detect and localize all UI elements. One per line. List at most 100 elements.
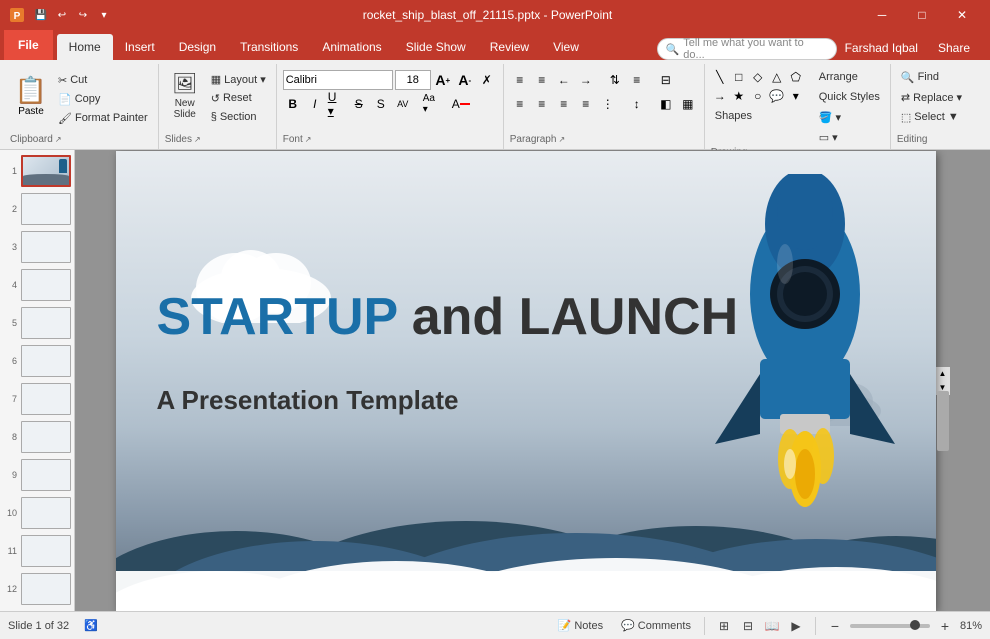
slide-canvas[interactable]: STARTUP and LAUNCH A Presentation Templa… bbox=[116, 151, 936, 611]
slide-thumb-5[interactable]: 5 bbox=[4, 306, 70, 340]
border-btn[interactable]: ▦ bbox=[678, 94, 698, 114]
zoom-in-btn[interactable]: + bbox=[934, 615, 956, 637]
accessibility-btn[interactable]: ♿ bbox=[79, 617, 103, 634]
text-direction-btn[interactable]: ⇅ bbox=[605, 70, 625, 90]
section-button[interactable]: § Section bbox=[207, 108, 270, 126]
align-btn[interactable]: ≡ bbox=[627, 70, 647, 90]
slide-thumb-3[interactable]: 3 bbox=[4, 230, 70, 264]
char-spacing-btn[interactable]: AV bbox=[393, 94, 413, 114]
tab-home[interactable]: Home bbox=[57, 34, 113, 60]
line-spacing-btn[interactable]: ↕ bbox=[627, 94, 647, 114]
canvas-area[interactable]: STARTUP and LAUNCH A Presentation Templa… bbox=[75, 150, 990, 611]
shading-btn[interactable]: ◧ bbox=[656, 94, 676, 114]
select-button[interactable]: ⬚ Select ▼ bbox=[897, 108, 963, 126]
font-name-input[interactable] bbox=[283, 70, 393, 90]
shape-pentagon[interactable]: ⬠ bbox=[787, 68, 805, 86]
columns-btn[interactable]: ⋮ bbox=[598, 94, 618, 114]
replace-button[interactable]: ⇄ Replace ▾ bbox=[897, 88, 966, 106]
slide-thumb-11[interactable]: 11 bbox=[4, 534, 70, 568]
smart-art-btn[interactable]: ⊟ bbox=[656, 70, 676, 90]
slideshow-view-btn[interactable]: ▶ bbox=[785, 615, 807, 637]
shape-oval[interactable]: ○ bbox=[749, 87, 767, 105]
shape-rect[interactable]: □ bbox=[730, 68, 748, 86]
arrange-button[interactable]: Arrange bbox=[815, 68, 884, 86]
notes-btn[interactable]: 📝 Notes bbox=[553, 617, 608, 634]
shape-more[interactable]: ▾ bbox=[787, 87, 805, 105]
decrease-font-btn[interactable]: A- bbox=[455, 70, 475, 90]
clipboard-expand-icon[interactable]: ↗ bbox=[55, 135, 62, 144]
tab-view[interactable]: View bbox=[541, 34, 591, 60]
normal-view-btn[interactable]: ⊞ bbox=[713, 615, 735, 637]
tab-file[interactable]: File bbox=[4, 30, 53, 60]
redo-btn[interactable]: ↪ bbox=[74, 6, 92, 24]
slide-thumb-8[interactable]: 8 bbox=[4, 420, 70, 454]
slide-sorter-btn[interactable]: ⊟ bbox=[737, 615, 759, 637]
shape-diamond[interactable]: ◇ bbox=[749, 68, 767, 86]
slide-thumb-9[interactable]: 9 bbox=[4, 458, 70, 492]
paragraph-expand-icon[interactable]: ↗ bbox=[558, 135, 565, 144]
paste-button[interactable]: 📋 Paste bbox=[10, 68, 52, 123]
font-expand-icon[interactable]: ↗ bbox=[305, 135, 312, 144]
vertical-scrollbar[interactable]: ▲ ▼ bbox=[936, 367, 950, 395]
slide-thumb-12[interactable]: 12 bbox=[4, 572, 70, 606]
comments-btn[interactable]: 💬 Comments bbox=[616, 617, 696, 634]
layout-button[interactable]: ▦ Layout ▾ bbox=[207, 70, 270, 88]
tab-design[interactable]: Design bbox=[167, 34, 228, 60]
slide-thumb-13[interactable]: 13 bbox=[4, 610, 70, 611]
numbering-btn[interactable]: ≡ bbox=[532, 70, 552, 90]
undo-btn[interactable]: ↩ bbox=[53, 6, 71, 24]
reading-view-btn[interactable]: 📖 bbox=[761, 615, 783, 637]
close-btn[interactable]: ✕ bbox=[942, 0, 982, 30]
tab-animations[interactable]: Animations bbox=[310, 34, 393, 60]
user-name[interactable]: Farshad Iqbal bbox=[845, 41, 918, 55]
bullets-btn[interactable]: ≡ bbox=[510, 70, 530, 90]
decrease-indent-btn[interactable]: ← bbox=[554, 70, 574, 90]
text-shadow-btn[interactable]: S bbox=[371, 94, 391, 114]
slide-thumb-4[interactable]: 4 bbox=[4, 268, 70, 302]
change-case-btn[interactable]: Aa ▾ bbox=[422, 94, 442, 114]
tab-transitions[interactable]: Transitions bbox=[228, 34, 310, 60]
shape-triangle[interactable]: △ bbox=[768, 68, 786, 86]
increase-font-btn[interactable]: A+ bbox=[433, 70, 453, 90]
tab-review[interactable]: Review bbox=[478, 34, 541, 60]
tab-slideshow[interactable]: Slide Show bbox=[394, 34, 478, 60]
font-size-input[interactable] bbox=[395, 70, 431, 90]
reset-button[interactable]: ↺ Reset bbox=[207, 89, 270, 107]
font-color-btn[interactable]: A bbox=[451, 94, 471, 114]
slide-panel[interactable]: 1 2 3 4 5 6 7 bbox=[0, 150, 75, 611]
save-btn[interactable]: 💾 bbox=[32, 6, 50, 24]
align-right-btn[interactable]: ≡ bbox=[554, 94, 574, 114]
share-button[interactable]: Share bbox=[926, 36, 982, 60]
slides-expand-icon[interactable]: ↗ bbox=[194, 135, 201, 144]
maximize-btn[interactable]: □ bbox=[902, 0, 942, 30]
tell-me-input[interactable]: 🔍 Tell me what you want to do... bbox=[657, 38, 837, 60]
slide-thumb-6[interactable]: 6 bbox=[4, 344, 70, 378]
shape-arrow[interactable]: → bbox=[711, 87, 729, 105]
bold-btn[interactable]: B bbox=[283, 94, 303, 114]
shape-fill-button[interactable]: 🪣 ▾ bbox=[815, 108, 884, 126]
slide-thumb-1[interactable]: 1 bbox=[4, 154, 70, 188]
align-left-btn[interactable]: ≡ bbox=[510, 94, 530, 114]
cut-button[interactable]: ✂ Cut bbox=[54, 71, 152, 89]
increase-indent-btn[interactable]: → bbox=[576, 70, 596, 90]
slide-thumb-10[interactable]: 10 bbox=[4, 496, 70, 530]
minimize-btn[interactable]: ─ bbox=[862, 0, 902, 30]
strikethrough-btn[interactable]: S bbox=[349, 94, 369, 114]
zoom-level[interactable]: 81% bbox=[960, 620, 982, 632]
quick-styles-button[interactable]: Quick Styles bbox=[815, 88, 884, 106]
zoom-slider[interactable] bbox=[850, 624, 930, 628]
new-slide-button[interactable]: 🖼 NewSlide bbox=[165, 68, 205, 123]
clear-format-btn[interactable]: ✗ bbox=[477, 70, 497, 90]
shape-star[interactable]: ★ bbox=[730, 87, 748, 105]
tab-insert[interactable]: Insert bbox=[113, 34, 167, 60]
justify-btn[interactable]: ≡ bbox=[576, 94, 596, 114]
scroll-thumb[interactable] bbox=[937, 391, 949, 451]
shape-callout[interactable]: 💬 bbox=[768, 87, 786, 105]
find-button[interactable]: 🔍 Find bbox=[897, 68, 943, 86]
format-painter-button[interactable]: 🖌 Format Painter bbox=[54, 109, 152, 127]
scroll-up-btn[interactable]: ▲ bbox=[936, 367, 950, 381]
zoom-out-btn[interactable]: − bbox=[824, 615, 846, 637]
align-center-btn[interactable]: ≡ bbox=[532, 94, 552, 114]
slide-thumb-2[interactable]: 2 bbox=[4, 192, 70, 226]
customize-btn[interactable]: ▾ bbox=[95, 6, 113, 24]
